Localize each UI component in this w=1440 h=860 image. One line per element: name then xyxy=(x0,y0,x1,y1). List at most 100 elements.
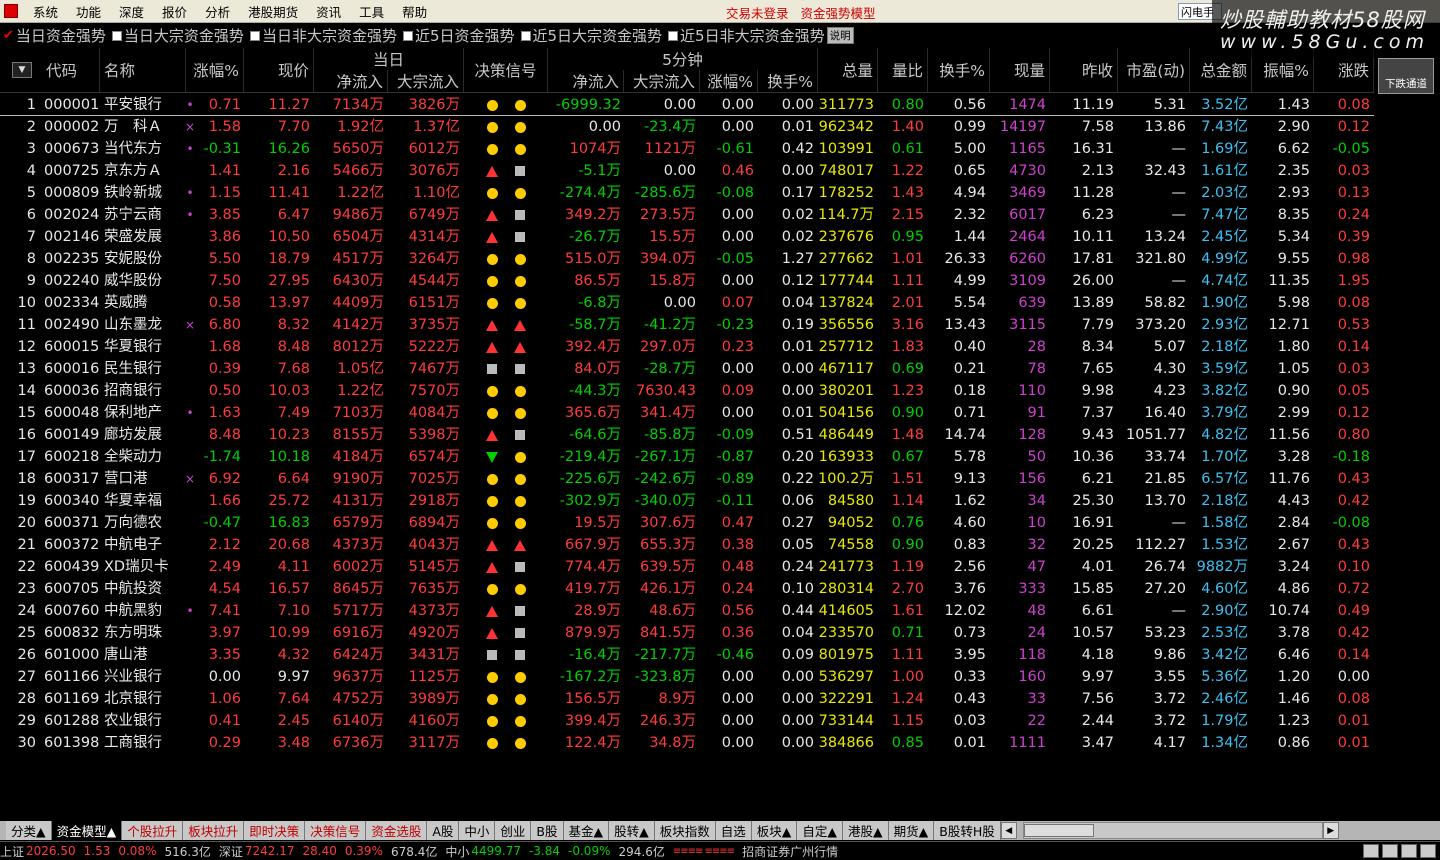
table-row[interactable]: 15 600048 保利地产 • 1.63 7.49 7103万 4084万 365.6万 341… xyxy=(0,402,1374,424)
sh-index[interactable]: 2026.50 xyxy=(26,844,76,858)
header-pe[interactable]: 市盈(动) xyxy=(1118,48,1190,92)
menu-system[interactable]: 系统 xyxy=(24,2,67,21)
header-vol-ratio[interactable]: 量比 xyxy=(878,48,928,92)
table-row[interactable]: 3 000673 当代东方 • -0.31 16.26 5650万 6012万 1074万 112… xyxy=(0,138,1374,160)
scroll-track[interactable] xyxy=(1022,822,1323,839)
tab-15[interactable]: 板块▲ xyxy=(751,821,798,840)
checkbox[interactable] xyxy=(520,30,531,41)
header-signal[interactable]: 决策信号 xyxy=(464,48,548,92)
checkbox[interactable] xyxy=(402,30,413,41)
tab-0[interactable]: 分类▲ xyxy=(6,821,52,840)
table-row[interactable]: 26 601000 唐山港 3.35 4.32 6424万 3431万 -16.4万 -217.… xyxy=(0,644,1374,666)
header-name[interactable]: 名称 xyxy=(100,48,186,92)
tab-9[interactable]: 创业 xyxy=(495,821,532,840)
table-row[interactable]: 12 600015 华夏银行 1.68 8.48 8012万 5222万 392.4万 297.… xyxy=(0,336,1374,358)
filter-day-block[interactable]: 当日大宗资金强势 xyxy=(111,25,244,46)
trade-login-status[interactable]: 交易未登录 xyxy=(726,3,789,22)
filter-day-nonblock[interactable]: 当日非大宗资金强势 xyxy=(249,25,397,46)
connection-icon[interactable] xyxy=(1363,844,1379,858)
tab-8[interactable]: 中小 xyxy=(459,821,496,840)
header-prev-close[interactable]: 昨收 xyxy=(1050,48,1118,92)
tab-19[interactable]: B股转H股 xyxy=(934,821,1001,840)
table-row[interactable]: 6 002024 苏宁云商 • 3.85 6.47 9486万 6749万 349.2万 273.… xyxy=(0,204,1374,226)
tab-6[interactable]: 资金选股 xyxy=(366,821,428,840)
header-block5[interactable]: 大宗流入 xyxy=(624,70,700,92)
tab-11[interactable]: 基金▲ xyxy=(563,821,610,840)
table-row[interactable]: 2 000002 万 科Ａ × 1.58 7.70 1.92亿 1.37亿 0.00 -23.4万… xyxy=(0,116,1374,138)
scroll-thumb[interactable] xyxy=(1023,824,1094,837)
table-row[interactable]: 29 601288 农业银行 0.41 2.45 6140万 4160万 399.4万 246.… xyxy=(0,710,1374,732)
menu-analysis[interactable]: 分析 xyxy=(196,2,239,21)
table-row[interactable]: 11 002490 山东墨龙 × 6.80 8.32 4142万 3735万 -58.7万 -41… xyxy=(0,314,1374,336)
table-row[interactable]: 22 600439 XD瑞贝卡 2.49 4.11 6002万 5145万 774.4万 639… xyxy=(0,556,1374,578)
table-row[interactable]: 20 600371 万向德农 -0.47 16.83 6579万 6894万 19.5万 307… xyxy=(0,512,1374,534)
filter-5d-strong[interactable]: 近5日资金强势 xyxy=(402,25,515,46)
chart-icon[interactable] xyxy=(1401,844,1417,858)
table-row[interactable]: 28 601169 北京银行 1.06 7.64 4752万 3989万 156.5万 8.9万… xyxy=(0,688,1374,710)
menu-quote[interactable]: 报价 xyxy=(153,2,196,21)
checkbox[interactable] xyxy=(249,30,260,41)
menu-hk-futures[interactable]: 港股期货 xyxy=(239,2,307,21)
table-row[interactable]: 8 002235 安妮股份 5.50 18.79 4517万 3264万 515.0万 394.… xyxy=(0,248,1374,270)
tab-18[interactable]: 期货▲ xyxy=(888,821,935,840)
menu-help[interactable]: 帮助 xyxy=(393,2,436,21)
tab-7[interactable]: A股 xyxy=(427,821,460,840)
header-block[interactable]: 大宗流入 xyxy=(388,70,464,92)
sz-index[interactable]: 7242.17 xyxy=(245,844,295,858)
header-cur-vol[interactable]: 现量 xyxy=(990,48,1050,92)
header-price[interactable]: 现价 xyxy=(244,48,314,92)
header-net5[interactable]: 净流入 xyxy=(548,70,624,92)
header-code[interactable]: 代码 xyxy=(42,48,100,92)
downtrend-channel-icon[interactable]: 下跌通道 xyxy=(1378,58,1434,94)
table-row[interactable]: 10 002334 英威腾 0.58 13.97 4409万 6151万 -6.8万 0.00 0… xyxy=(0,292,1374,314)
table-row[interactable]: 13 600016 民生银行 0.39 7.68 1.05亿 7467万 84.0万 -28.7… xyxy=(0,358,1374,380)
tab-scrollbar[interactable]: ◀ ▶ xyxy=(1000,821,1339,840)
table-row[interactable]: 4 000725 京东方Ａ 1.41 2.16 5466万 3076万 -5.1万 0.00 0.… xyxy=(0,160,1374,182)
table-row[interactable]: 14 600036 招商银行 0.50 10.03 1.22亿 7570万 -44.3万 763… xyxy=(0,380,1374,402)
scroll-left-icon[interactable]: ◀ xyxy=(1000,822,1017,839)
sort-menu-button[interactable]: ▼ xyxy=(12,62,32,78)
header-turn5[interactable]: 换手% xyxy=(758,70,818,92)
table-row[interactable]: 7 002146 荣盛发展 3.86 10.50 6504万 4314万 -26.7万 15.5… xyxy=(0,226,1374,248)
tab-2[interactable]: 个股拉升 xyxy=(122,821,184,840)
header-pct[interactable]: 涨幅% xyxy=(186,48,244,92)
table-row[interactable]: 18 600317 营口港 × 6.92 6.64 9190万 7025万 -225.6万 -24… xyxy=(0,468,1374,490)
menu-news[interactable]: 资讯 xyxy=(307,2,350,21)
scroll-right-icon[interactable]: ▶ xyxy=(1322,822,1339,839)
header-pct5[interactable]: 涨幅% xyxy=(700,70,758,92)
table-row[interactable]: 24 600760 中航黑豹 • 7.41 7.10 5717万 4373万 28.9万 48.6… xyxy=(0,600,1374,622)
table-row[interactable]: 21 600372 中航电子 2.12 20.68 4373万 4043万 667.9万 655… xyxy=(0,534,1374,556)
table-row[interactable]: 19 600340 华夏幸福 1.66 25.72 4131万 2918万 -302.9万 -3… xyxy=(0,490,1374,512)
menu-depth[interactable]: 深度 xyxy=(110,2,153,21)
table-row[interactable]: 5 000809 铁岭新城 • 1.15 11.41 1.22亿 1.10亿 -274.4万 -2… xyxy=(0,182,1374,204)
lock-icon[interactable] xyxy=(1382,844,1398,858)
tab-5[interactable]: 决策信号 xyxy=(305,821,367,840)
checkbox[interactable] xyxy=(668,30,679,41)
tab-14[interactable]: 自选 xyxy=(715,821,752,840)
filter-5d-block[interactable]: 近5日大宗资金强势 xyxy=(520,25,662,46)
app-icon[interactable] xyxy=(4,4,18,18)
table-row[interactable]: 16 600149 廊坊发展 8.48 10.23 8155万 5398万 -64.6万 -85… xyxy=(0,424,1374,446)
filter-5d-nonblock[interactable]: 近5日非大宗资金强势 xyxy=(668,25,825,46)
header-net[interactable]: 净流入 xyxy=(314,70,388,92)
header-turnover[interactable]: 换手% xyxy=(928,48,990,92)
help-button[interactable]: 说明 xyxy=(826,27,854,44)
table-row[interactable]: 1 000001 平安银行 • 0.71 11.27 7134万 3826万 -6999.32 0… xyxy=(0,94,1374,116)
tab-16[interactable]: 自定▲ xyxy=(797,821,844,840)
menu-tools[interactable]: 工具 xyxy=(350,2,393,21)
tab-17[interactable]: 港股▲ xyxy=(843,821,889,840)
table-row[interactable]: 23 600705 中航投资 4.54 16.57 8645万 7635万 419.7万 426… xyxy=(0,578,1374,600)
checkbox[interactable] xyxy=(111,30,122,41)
tab-1[interactable]: 资金模型▲ xyxy=(51,821,123,840)
tab-12[interactable]: 股转▲ xyxy=(609,821,655,840)
tab-3[interactable]: 板块拉升 xyxy=(183,821,245,840)
zx-index[interactable]: 4499.77 xyxy=(471,844,521,858)
tab-4[interactable]: 即时决策 xyxy=(244,821,306,840)
table-row[interactable]: 9 002240 威华股份 7.50 27.95 6430万 4544万 86.5万 15.8万… xyxy=(0,270,1374,292)
menu-function[interactable]: 功能 xyxy=(67,2,110,21)
table-row[interactable]: 17 600218 全柴动力 -1.74 10.18 4184万 6574万 -219.4万 -… xyxy=(0,446,1374,468)
table-row[interactable]: 27 601166 兴业银行 0.00 9.97 9637万 1125万 -167.2万 -32… xyxy=(0,666,1374,688)
tab-10[interactable]: B股 xyxy=(531,821,564,840)
filter-day-strong[interactable]: ✔ 当日资金强势 xyxy=(3,25,106,46)
header-volume[interactable]: 总量 xyxy=(818,48,878,92)
